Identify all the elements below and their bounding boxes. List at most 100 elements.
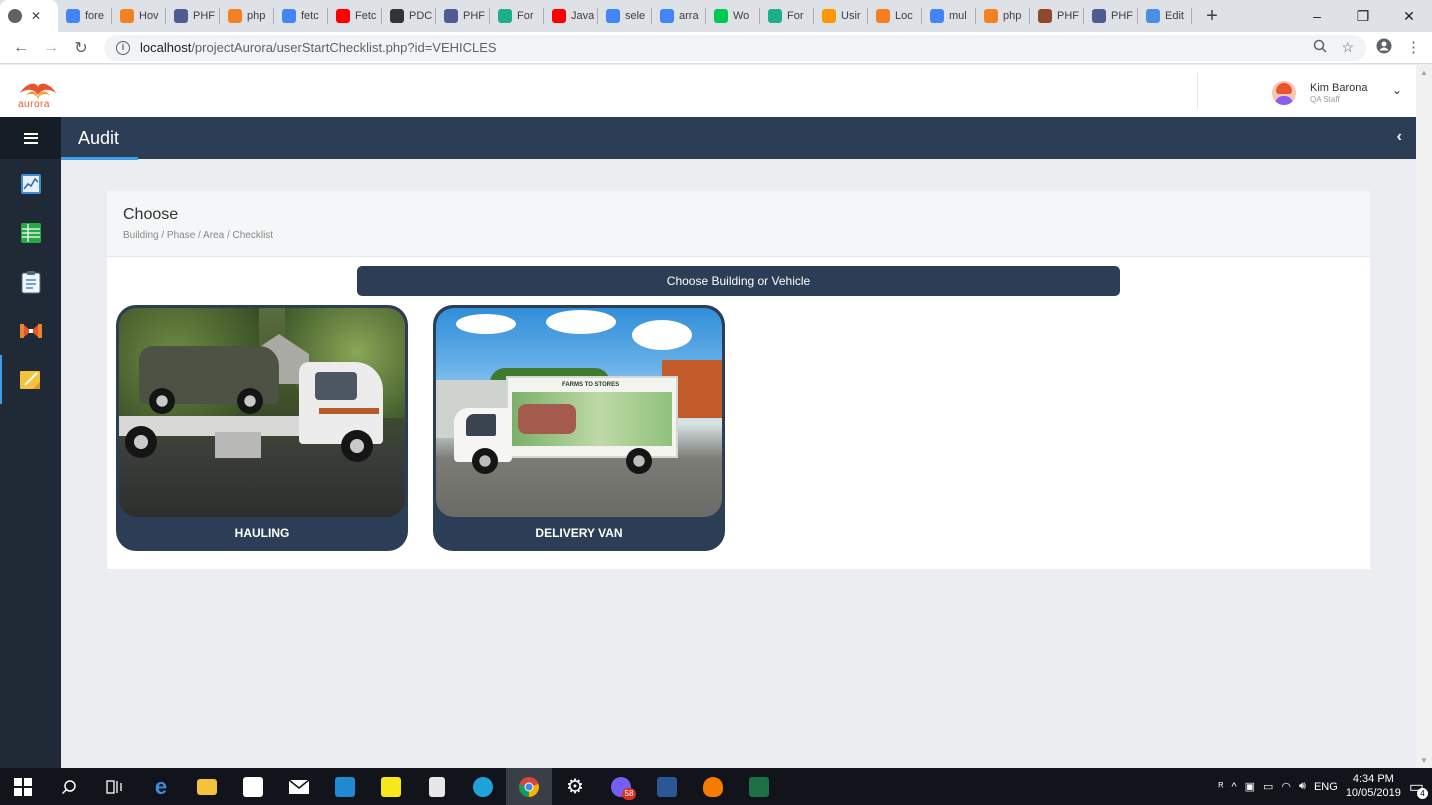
restore-button[interactable]: ❐ <box>1340 0 1386 32</box>
people-icon[interactable]: ᴿ <box>1218 781 1223 793</box>
volume-icon[interactable]: 🔊︎ <box>1299 780 1306 793</box>
page-topbar: Audit ‹ <box>61 117 1416 160</box>
taskbar-file-explorer[interactable] <box>184 768 230 805</box>
aurora-logo[interactable]: aurora <box>16 79 60 111</box>
stackoverflow-icon <box>876 9 890 23</box>
folder-icon <box>197 778 217 795</box>
vehicle-tile-delivery-van[interactable]: FARMS TO STORES DELIVERY VAN <box>433 305 725 551</box>
browser-tab[interactable]: PHF <box>166 8 220 24</box>
browser-tab[interactable]: Java <box>544 8 598 24</box>
browser-tab[interactable]: Usir <box>814 8 868 24</box>
forward-button[interactable]: → <box>36 39 66 57</box>
bookmark-star-icon[interactable]: ☆ <box>1341 39 1354 56</box>
close-window-button[interactable]: ✕ <box>1386 0 1432 32</box>
php-icon <box>444 9 458 23</box>
scroll-down-icon[interactable]: ▼ <box>1420 756 1428 765</box>
browser-tab[interactable]: fore <box>58 8 112 24</box>
sidebar-item-workflow[interactable] <box>0 306 61 355</box>
notification-icon[interactable]: ▭ 4 <box>1409 777 1428 799</box>
youtube-icon <box>552 9 566 23</box>
php-icon <box>174 9 188 23</box>
back-button[interactable]: ← <box>6 39 36 57</box>
sticky-notes-icon <box>381 776 401 797</box>
tab-title: Edit <box>1165 10 1184 22</box>
vehicle-tile-hauling[interactable]: HAULING <box>116 305 408 551</box>
chevron-left-icon[interactable]: ‹ <box>1397 128 1402 146</box>
taskbar-edge-dev[interactable] <box>460 768 506 805</box>
browser-tab[interactable]: arra <box>652 8 706 24</box>
browser-tab[interactable]: Loc <box>868 8 922 24</box>
new-tab-button[interactable]: + <box>1202 5 1222 28</box>
close-tab-icon[interactable]: ✕ <box>31 9 41 23</box>
tray-app-icon[interactable]: ▣ <box>1245 780 1255 793</box>
minimize-button[interactable]: – <box>1294 0 1340 32</box>
user-menu[interactable]: Kim Barona QA Staff <box>1272 81 1367 105</box>
taskbar-settings[interactable]: ⚙ <box>552 768 598 805</box>
browser-tab[interactable]: PHF <box>1030 8 1084 24</box>
browser-tab[interactable]: Edit <box>1138 8 1192 24</box>
profile-icon[interactable] <box>1376 38 1392 58</box>
tab-title: PDC <box>409 10 433 22</box>
sidebar-item-checklists[interactable] <box>0 257 61 306</box>
page-scrollbar[interactable]: ▲ ▼ <box>1416 65 1432 768</box>
chevron-up-icon[interactable]: ^ <box>1231 781 1236 793</box>
sidebar-item-reports[interactable] <box>0 208 61 257</box>
browser-tab[interactable]: PDC <box>382 8 436 24</box>
taskbar-xampp[interactable] <box>690 768 736 805</box>
taskbar-chrome[interactable] <box>506 768 552 805</box>
browser-tab[interactable]: For <box>490 8 544 24</box>
clock[interactable]: 4:34 PM 10/05/2019 <box>1346 773 1401 801</box>
choose-card: Choose Building / Phase / Area / Checkli… <box>107 191 1370 569</box>
site-info-icon[interactable]: i <box>116 40 130 55</box>
zoom-icon[interactable] <box>1313 39 1327 56</box>
language-indicator[interactable]: ENG <box>1314 781 1338 793</box>
google-icon <box>606 9 620 23</box>
browser-tab[interactable]: mul <box>922 8 976 24</box>
start-button[interactable] <box>0 768 46 805</box>
taskbar-excel[interactable] <box>736 768 782 805</box>
task-view-button[interactable] <box>92 768 138 805</box>
url-input[interactable]: i localhost/projectAurora/userStartCheck… <box>104 34 1366 61</box>
browser-tab[interactable]: For <box>760 8 814 24</box>
van-signage-text: FARMS TO STORES <box>562 382 620 388</box>
browser-tab[interactable]: php <box>220 8 274 24</box>
taskbar-sticky-notes[interactable] <box>368 768 414 805</box>
clock-time: 4:34 PM <box>1352 772 1394 785</box>
taskbar-viber[interactable]: 58 <box>598 768 644 805</box>
tab-title: mul <box>949 10 967 22</box>
browser-tab-bar: ✕ fore Hov PHF php fetc Fetc PDC PHF For Java sele… <box>0 0 1432 32</box>
taskbar-vscode[interactable] <box>322 768 368 805</box>
browser-tab[interactable]: Wo <box>706 8 760 24</box>
sidebar-toggle-button[interactable] <box>0 117 61 159</box>
xampp-icon <box>703 776 723 797</box>
taskbar-calculator[interactable] <box>414 768 460 805</box>
browser-tab[interactable]: php <box>976 8 1030 24</box>
reload-button[interactable]: ↻ <box>66 38 96 58</box>
sidebar-item-dashboard[interactable] <box>0 159 61 208</box>
wifi-icon[interactable]: ◠ <box>1281 780 1291 793</box>
taskbar-edge[interactable]: e <box>138 768 184 805</box>
battery-icon[interactable]: ▭ <box>1263 780 1273 793</box>
scroll-up-icon[interactable]: ▲ <box>1420 68 1428 77</box>
chevron-down-icon[interactable]: ⌄ <box>1392 83 1402 97</box>
taskbar-mail[interactable] <box>276 768 322 805</box>
browser-tab[interactable]: PHF <box>436 8 490 24</box>
edge-icon: e <box>154 773 168 799</box>
browser-tab[interactable]: PHF <box>1084 8 1138 24</box>
blogger-icon <box>822 9 836 23</box>
calculator-icon <box>429 776 445 797</box>
sidebar-item-audit[interactable] <box>0 355 61 404</box>
tab-active[interactable]: ✕ <box>0 0 58 32</box>
browser-tab[interactable]: fetc <box>274 8 328 24</box>
browser-tab[interactable]: Hov <box>112 8 166 24</box>
gear-icon: ⚙ <box>566 776 584 798</box>
excel-icon <box>749 776 769 797</box>
browser-tab[interactable]: sele <box>598 8 652 24</box>
taskbar-word[interactable] <box>644 768 690 805</box>
taskbar-store[interactable] <box>230 768 276 805</box>
browser-tab[interactable]: Fetc <box>328 8 382 24</box>
tab-title: fetc <box>301 10 319 22</box>
menu-kebab-icon[interactable]: ⋮ <box>1406 38 1421 58</box>
choose-building-or-vehicle-button[interactable]: Choose Building or Vehicle <box>357 266 1120 296</box>
search-button[interactable] <box>46 768 92 805</box>
